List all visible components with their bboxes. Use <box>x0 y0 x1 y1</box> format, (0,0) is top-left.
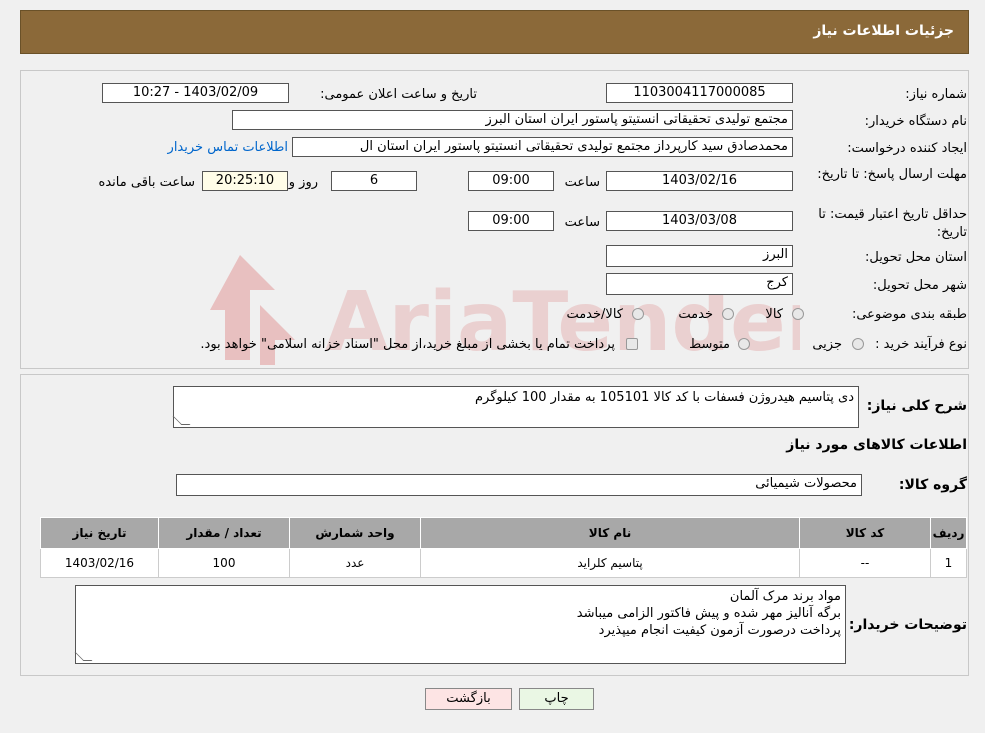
remaining-time-field: 20:25:10 <box>202 171 288 191</box>
print-button[interactable]: چاپ <box>519 688 594 710</box>
category-option-goods-service: کالا/خدمت <box>566 307 623 322</box>
announce-field: 1403/02/09 - 10:27 <box>102 83 289 103</box>
deadline-time-label: ساعت <box>564 175 600 190</box>
city-field: کرج <box>606 273 793 295</box>
validity-time-label: ساعت <box>564 215 600 230</box>
goods-group-field: محصولات شیمیائی <box>176 474 862 496</box>
payment-note: پرداخت تمام یا بخشی از مبلغ خرید،از محل … <box>200 337 615 352</box>
cell-row: 1 <box>930 548 967 578</box>
page-title: جزئیات اطلاعات نیاز <box>813 23 954 39</box>
requester-label: ایجاد کننده درخواست: <box>847 141 967 156</box>
buyer-contact-link[interactable]: اطلاعات تماس خریدار <box>168 140 288 155</box>
cell-unit: عدد <box>289 548 421 578</box>
col-code: کد کالا <box>799 517 931 549</box>
goods-table: ردیف کد کالا نام کالا واحد شمارش تعداد /… <box>40 517 967 578</box>
category-radio-service[interactable] <box>722 308 734 320</box>
buyer-notes-label: توضیحات خریدار: <box>848 617 967 633</box>
validity-time-field: 09:00 <box>468 211 554 231</box>
requester-field: محمدصادق سید کارپرداز مجتمع تولیدی تحقیق… <box>292 137 793 157</box>
process-label: نوع فرآیند خرید : <box>875 337 967 352</box>
payment-checkbox[interactable] <box>626 338 638 350</box>
col-row: ردیف <box>930 517 967 549</box>
remaining-label: ساعت باقی مانده <box>98 175 195 190</box>
buyer-org-label: نام دستگاه خریدار: <box>864 114 967 129</box>
category-option-goods: کالا <box>765 307 783 322</box>
description-text: دی پتاسیم هیدروژن فسفات با کد کالا 10510… <box>475 390 854 405</box>
deadline-time-field: 09:00 <box>468 171 554 191</box>
col-qty: تعداد / مقدار <box>158 517 290 549</box>
deadline-date-field: 1403/02/16 <box>606 171 793 191</box>
province-label: استان محل تحویل: <box>865 250 967 265</box>
description-label: شرح کلی نیاز: <box>866 398 967 414</box>
cell-qty: 100 <box>158 548 290 578</box>
cell-name: پتاسیم کلراید <box>420 548 800 578</box>
category-option-service: خدمت <box>678 307 713 322</box>
province-field: البرز <box>606 245 793 267</box>
process-option-minor: جزیی <box>812 337 842 352</box>
table-header-row: ردیف کد کالا نام کالا واحد شمارش تعداد /… <box>40 517 967 549</box>
buyer-org-field: مجتمع تولیدی تحقیقاتی انستیتو پاستور ایر… <box>232 110 793 130</box>
goods-section-title: اطلاعات کالاهای مورد نیاز <box>786 437 967 453</box>
buyer-note-line: پرداخت درصورت آزمون کیفیت انجام میپذیرد <box>598 623 841 638</box>
page-header: جزئیات اطلاعات نیاز <box>20 10 969 54</box>
col-date: تاریخ نیاز <box>40 517 159 549</box>
need-number-label: شماره نیاز: <box>905 87 967 102</box>
col-unit: واحد شمارش <box>289 517 421 549</box>
need-number-field: 1103004117000085 <box>606 83 793 103</box>
table-row: 1 -- پتاسیم کلراید عدد 100 1403/02/16 <box>40 548 967 578</box>
process-option-medium: متوسط <box>689 337 730 352</box>
announce-label: تاریخ و ساعت اعلان عمومی: <box>320 87 477 102</box>
buyer-note-line: برگه آنالیز مهر شده و پیش فاکتور الزامی … <box>576 606 841 621</box>
buyer-notes-field: مواد برند مرک آلمان برگه آنالیز مهر شده … <box>75 585 846 664</box>
days-label: روز و <box>288 175 318 190</box>
process-radio-medium[interactable] <box>738 338 750 350</box>
days-field: 6 <box>331 171 417 191</box>
goods-group-label: گروه کالا: <box>898 477 967 493</box>
category-radio-goods[interactable] <box>792 308 804 320</box>
buyer-note-line: مواد برند مرک آلمان <box>729 589 841 604</box>
deadline-label: مهلت ارسال پاسخ: تا تاریخ: <box>817 167 967 182</box>
cell-date: 1403/02/16 <box>40 548 159 578</box>
back-button[interactable]: بازگشت <box>425 688 512 710</box>
description-field: دی پتاسیم هیدروژن فسفات با کد کالا 10510… <box>173 386 859 428</box>
cell-code: -- <box>799 548 931 578</box>
category-radio-goods-service[interactable] <box>632 308 644 320</box>
process-radio-minor[interactable] <box>852 338 864 350</box>
city-label: شهر محل تحویل: <box>872 278 967 293</box>
col-name: نام کالا <box>420 517 800 549</box>
category-label: طبقه بندی موضوعی: <box>851 307 967 322</box>
validity-label: حداقل تاریخ اعتبار قیمت: تا تاریخ: <box>818 207 967 240</box>
validity-date-field: 1403/03/08 <box>606 211 793 231</box>
